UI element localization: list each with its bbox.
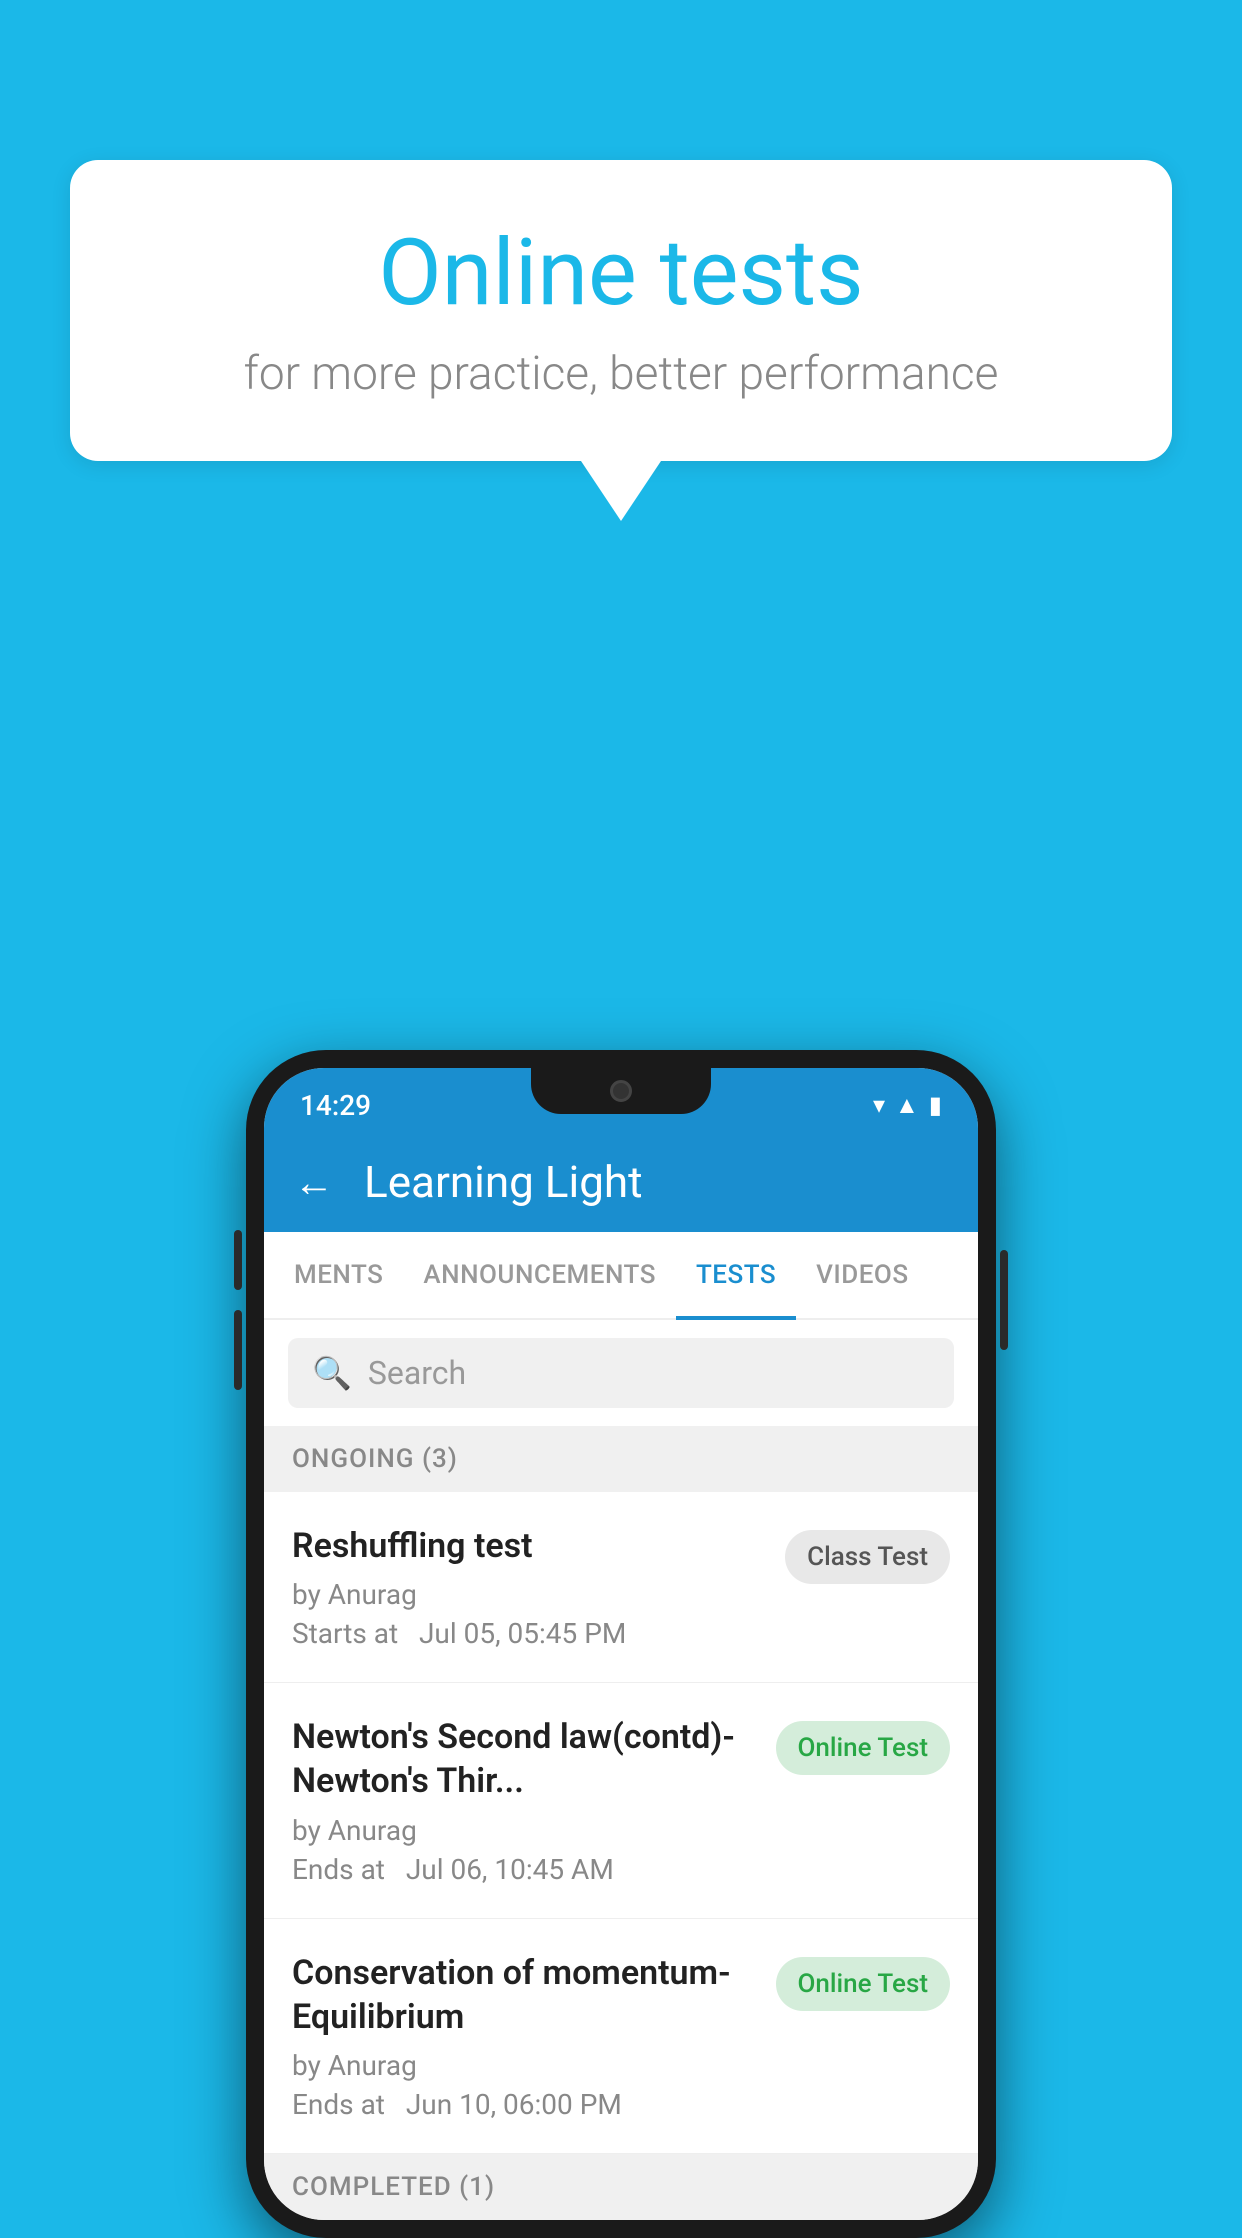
speech-bubble-container: Online tests for more practice, better p…: [70, 160, 1172, 521]
bubble-title: Online tests: [150, 220, 1092, 327]
tab-announcements[interactable]: ANNOUNCEMENTS: [403, 1232, 676, 1318]
time-value: Jul 06, 10:45 AM: [406, 1853, 614, 1886]
test-name: Reshuffling test: [292, 1524, 769, 1568]
volume-down-button[interactable]: [234, 1310, 242, 1390]
tab-videos[interactable]: VIDEOS: [796, 1232, 928, 1318]
volume-up-button[interactable]: [234, 1230, 242, 1290]
test-info: Conservation of momentum-Equilibrium by …: [292, 1951, 760, 2121]
completed-section-label: COMPLETED (1): [264, 2154, 978, 2220]
test-list: Reshuffling test by Anurag Starts at Jul…: [264, 1492, 978, 2154]
search-bar[interactable]: 🔍 Search: [288, 1338, 954, 1408]
test-author: by Anurag: [292, 1578, 769, 1611]
test-info: Reshuffling test by Anurag Starts at Jul…: [292, 1524, 769, 1650]
test-badge-class-test: Class Test: [785, 1530, 950, 1584]
speech-bubble: Online tests for more practice, better p…: [70, 160, 1172, 461]
time-label: Ends at: [292, 1853, 385, 1886]
phone-screen: 14:29 ▾ ▲ ▮ ← Learning Light MENTS ANNOU…: [264, 1068, 978, 2220]
test-item[interactable]: Newton's Second law(contd)-Newton's Thir…: [264, 1683, 978, 1918]
app-header: ← Learning Light: [264, 1132, 978, 1232]
phone-outer: 14:29 ▾ ▲ ▮ ← Learning Light MENTS ANNOU…: [246, 1050, 996, 2238]
time-label: Ends at: [292, 2088, 385, 2121]
phone-notch: [531, 1068, 711, 1114]
bubble-subtitle: for more practice, better performance: [150, 347, 1092, 401]
search-container: 🔍 Search: [264, 1320, 978, 1426]
app-title: Learning Light: [364, 1156, 643, 1208]
test-badge-online-2: Online Test: [776, 1957, 951, 2011]
wifi-icon: ▾: [873, 1091, 885, 1119]
search-icon: 🔍: [312, 1354, 352, 1392]
ongoing-section-label: ONGOING (3): [264, 1426, 978, 1492]
bubble-arrow: [581, 461, 661, 521]
status-time: 14:29: [300, 1089, 371, 1122]
time-value: Jul 05, 05:45 PM: [419, 1617, 626, 1650]
tab-tests[interactable]: TESTS: [676, 1232, 796, 1318]
test-time: Ends at Jun 10, 06:00 PM: [292, 2088, 760, 2121]
test-time: Ends at Jul 06, 10:45 AM: [292, 1853, 760, 1886]
tab-ments[interactable]: MENTS: [274, 1232, 403, 1318]
test-time: Starts at Jul 05, 05:45 PM: [292, 1617, 769, 1650]
signal-icon: ▲: [895, 1091, 919, 1120]
test-item[interactable]: Reshuffling test by Anurag Starts at Jul…: [264, 1492, 978, 1683]
test-author: by Anurag: [292, 2049, 760, 2082]
status-icons: ▾ ▲ ▮: [873, 1091, 942, 1120]
front-camera: [610, 1080, 632, 1102]
phone-device: 14:29 ▾ ▲ ▮ ← Learning Light MENTS ANNOU…: [246, 1050, 996, 2238]
test-info: Newton's Second law(contd)-Newton's Thir…: [292, 1715, 760, 1885]
test-item[interactable]: Conservation of momentum-Equilibrium by …: [264, 1919, 978, 2154]
battery-icon: ▮: [929, 1091, 942, 1119]
search-input[interactable]: Search: [368, 1354, 466, 1392]
back-button[interactable]: ←: [294, 1159, 334, 1206]
power-button[interactable]: [1000, 1250, 1008, 1350]
tabs-bar: MENTS ANNOUNCEMENTS TESTS VIDEOS: [264, 1232, 978, 1320]
test-name: Newton's Second law(contd)-Newton's Thir…: [292, 1715, 760, 1803]
test-author: by Anurag: [292, 1814, 760, 1847]
background: Online tests for more practice, better p…: [0, 0, 1242, 2208]
test-badge-online: Online Test: [776, 1721, 951, 1775]
time-value: Jun 10, 06:00 PM: [406, 2088, 622, 2121]
time-label: Starts at: [292, 1617, 398, 1650]
test-name: Conservation of momentum-Equilibrium: [292, 1951, 760, 2039]
